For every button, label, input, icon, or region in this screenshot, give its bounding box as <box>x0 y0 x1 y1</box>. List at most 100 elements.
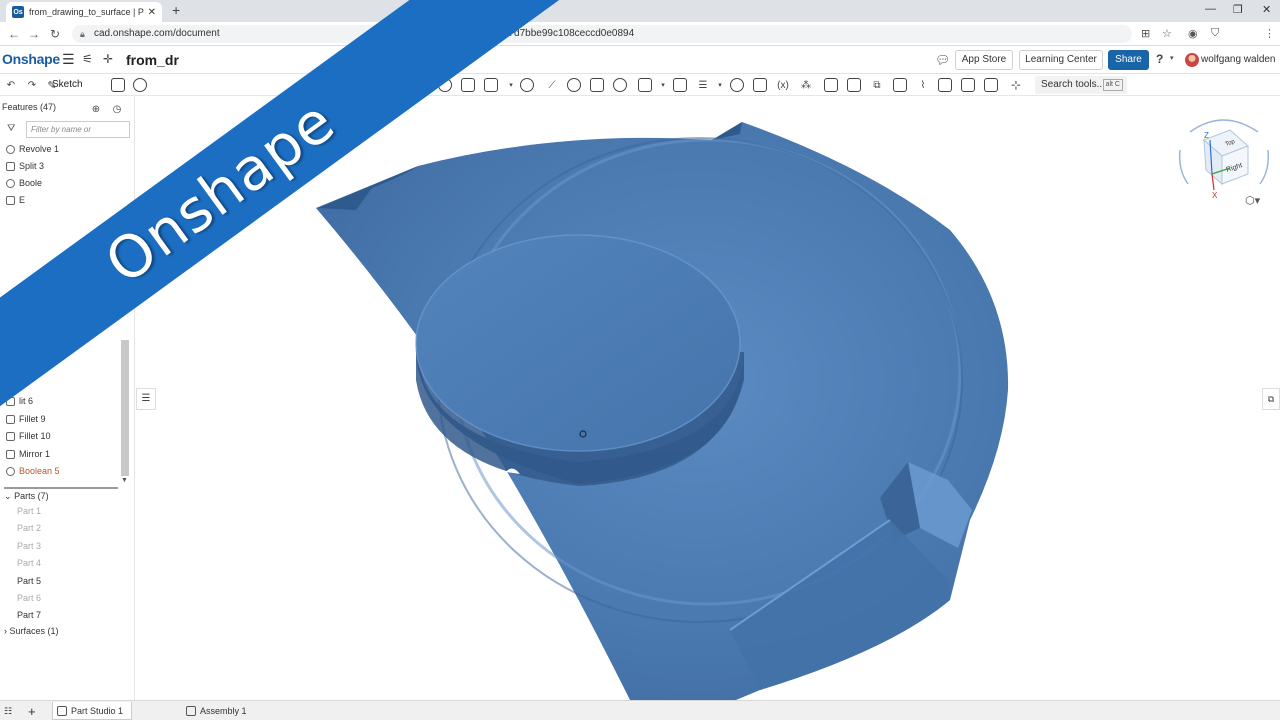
replace-face-icon[interactable] <box>984 78 998 92</box>
translate-icon[interactable]: ⊞ <box>1141 27 1150 40</box>
split-icon[interactable] <box>638 78 652 92</box>
chevron-down-icon[interactable]: ▾ <box>713 78 727 92</box>
extension-shield-icon[interactable]: ⛉ <box>1211 27 1219 40</box>
features-title: Features (47) <box>2 102 57 112</box>
tab-manager-icon[interactable]: ☷ <box>4 702 12 720</box>
feature-item[interactable]: Boolean 5 <box>6 463 60 479</box>
composite-part-icon[interactable]: ⁂ <box>799 78 813 92</box>
help-icon[interactable]: ? <box>1156 52 1163 66</box>
search-tools-input[interactable]: Search tools... alt C <box>1035 76 1127 94</box>
back-icon[interactable]: ← <box>8 27 20 41</box>
rollback-bar[interactable] <box>4 487 118 489</box>
loft-icon[interactable] <box>567 78 581 92</box>
feature-list-icon[interactable]: ⚟ <box>82 52 93 66</box>
url-input[interactable]: 🔒︎ cad.onshape.com/document /7/e/c7d7bbe… <box>72 25 1132 43</box>
chevron-down-icon[interactable]: ▾ <box>656 78 670 92</box>
part-item[interactable]: Part 3 <box>17 541 41 551</box>
app-store-button[interactable]: App Store <box>955 50 1013 70</box>
part-item[interactable]: Part 5 <box>17 576 41 586</box>
onshape-app: Os from_drawing_to_surface | Part S ✕ + … <box>0 0 1280 720</box>
hole-icon[interactable] <box>520 78 534 92</box>
feature-filter-input[interactable]: Filter by name or <box>26 121 130 138</box>
add-tab-icon[interactable]: + <box>28 702 36 720</box>
url-text: cad.onshape.com/document <box>94 28 220 39</box>
fill-icon[interactable] <box>938 78 952 92</box>
learning-center-button[interactable]: Learning Center <box>1019 50 1103 70</box>
feature-item[interactable]: Revolve 1 <box>6 141 59 157</box>
chevron-down-icon[interactable]: ▾ <box>1170 54 1174 62</box>
browser-tab[interactable]: Os from_drawing_to_surface | Part S ✕ <box>6 2 162 22</box>
scroll-down-icon[interactable]: ▼ <box>121 477 128 484</box>
feature-list-scrollbar[interactable] <box>121 340 129 476</box>
plane-icon[interactable] <box>673 78 687 92</box>
rib-icon[interactable] <box>484 78 498 92</box>
document-name[interactable]: from_dr <box>126 52 179 68</box>
rev-feature-icon <box>6 466 15 476</box>
rev-feature-icon <box>6 178 15 188</box>
feature-item[interactable]: Fillet 9 <box>6 411 46 427</box>
variable-icon[interactable]: (x) <box>776 78 790 92</box>
tab-assembly[interactable]: Assembly 1 <box>186 702 247 720</box>
offset-surface-icon[interactable] <box>961 78 975 92</box>
share-button[interactable]: Share <box>1108 50 1149 70</box>
show-list-icon[interactable]: ☰ <box>136 388 156 410</box>
revolve-icon[interactable] <box>133 78 147 92</box>
mate-connector-icon[interactable] <box>730 78 744 92</box>
menu-icon[interactable]: ☰ <box>62 51 75 68</box>
insert-icon[interactable]: ✛ <box>103 52 113 66</box>
address-bar: ← → ↻ 🔒︎ cad.onshape.com/document /7/e/c… <box>0 22 1280 63</box>
part-item[interactable]: Part 2 <box>17 523 41 533</box>
feature-label: Mirror 1 <box>19 449 50 459</box>
feature-item[interactable]: Mirror 1 <box>6 446 50 462</box>
feature-item[interactable]: Fillet 10 <box>6 428 51 444</box>
flange-icon[interactable] <box>847 78 861 92</box>
bend-icon[interactable] <box>893 78 907 92</box>
pattern-icon[interactable]: ☰ <box>696 78 710 92</box>
minimize-icon[interactable]: — <box>1205 3 1216 15</box>
feature-item[interactable]: Split 3 <box>6 158 44 174</box>
feature-item[interactable]: E <box>6 192 25 208</box>
surfaces-group-header[interactable]: › Surfaces (1) <box>4 626 59 636</box>
feature-item[interactable]: Boole <box>6 175 42 191</box>
close-tab-icon[interactable]: ✕ <box>148 7 156 18</box>
parts-group-header[interactable]: ⌄ Parts (7) <box>4 491 49 502</box>
restore-icon[interactable]: ❐ <box>1233 3 1243 16</box>
tab-tool-icon[interactable]: ⧉ <box>870 78 884 92</box>
part-item[interactable]: Part 6 <box>17 593 41 603</box>
extension-globe-icon[interactable]: ◉ <box>1188 27 1198 40</box>
rollback-timer-icon[interactable]: ◷ <box>110 102 124 116</box>
graphics-viewport[interactable] <box>136 96 1280 700</box>
sweep-icon[interactable]: ⟋ <box>545 78 559 92</box>
bookmark-star-icon[interactable]: ☆ <box>1162 27 1172 40</box>
transform-icon[interactable] <box>753 78 767 92</box>
forward-icon[interactable]: → <box>28 27 40 41</box>
rev-feature-icon <box>6 144 15 154</box>
user-name[interactable]: wolfgang walden <box>1201 54 1276 65</box>
browser-menu-icon[interactable]: ⋮ <box>1264 27 1275 40</box>
onshape-logo[interactable]: Onshape <box>2 51 60 67</box>
part-item[interactable]: Part 1 <box>17 506 41 516</box>
add-folder-icon[interactable]: ⊕ <box>89 102 103 116</box>
chevron-down-icon[interactable]: ▾ <box>504 78 518 92</box>
sheet-metal-icon[interactable] <box>824 78 838 92</box>
draft-icon[interactable] <box>461 78 475 92</box>
part-item[interactable]: Part 7 <box>17 610 41 620</box>
user-avatar[interactable] <box>1185 53 1199 67</box>
tab-part-studio[interactable]: Part Studio 1 <box>52 702 133 720</box>
view-mode-icon[interactable]: ⬡▾ <box>1245 194 1260 207</box>
close-window-icon[interactable]: ✕ <box>1262 3 1271 16</box>
appearance-panel-icon[interactable]: ⧉ <box>1262 388 1280 410</box>
part-model[interactable] <box>136 96 1280 700</box>
add-custom-feature-icon[interactable]: ⊹ <box>1009 78 1023 92</box>
new-tab-icon[interactable]: + <box>172 2 180 18</box>
sketch-button[interactable]: Sketch <box>52 79 83 90</box>
thicken-icon[interactable] <box>590 78 604 92</box>
extrude-icon[interactable] <box>111 78 125 92</box>
reload-icon[interactable]: ↻ <box>50 27 60 41</box>
surface-icon[interactable]: ⌇ <box>916 78 930 92</box>
undo-icon[interactable]: ↶ <box>4 78 18 92</box>
enclose-icon[interactable] <box>613 78 627 92</box>
part-item[interactable]: Part 4 <box>17 558 41 568</box>
comments-icon[interactable]: 💬︎ <box>935 53 950 67</box>
redo-icon[interactable]: ↷ <box>25 78 39 92</box>
